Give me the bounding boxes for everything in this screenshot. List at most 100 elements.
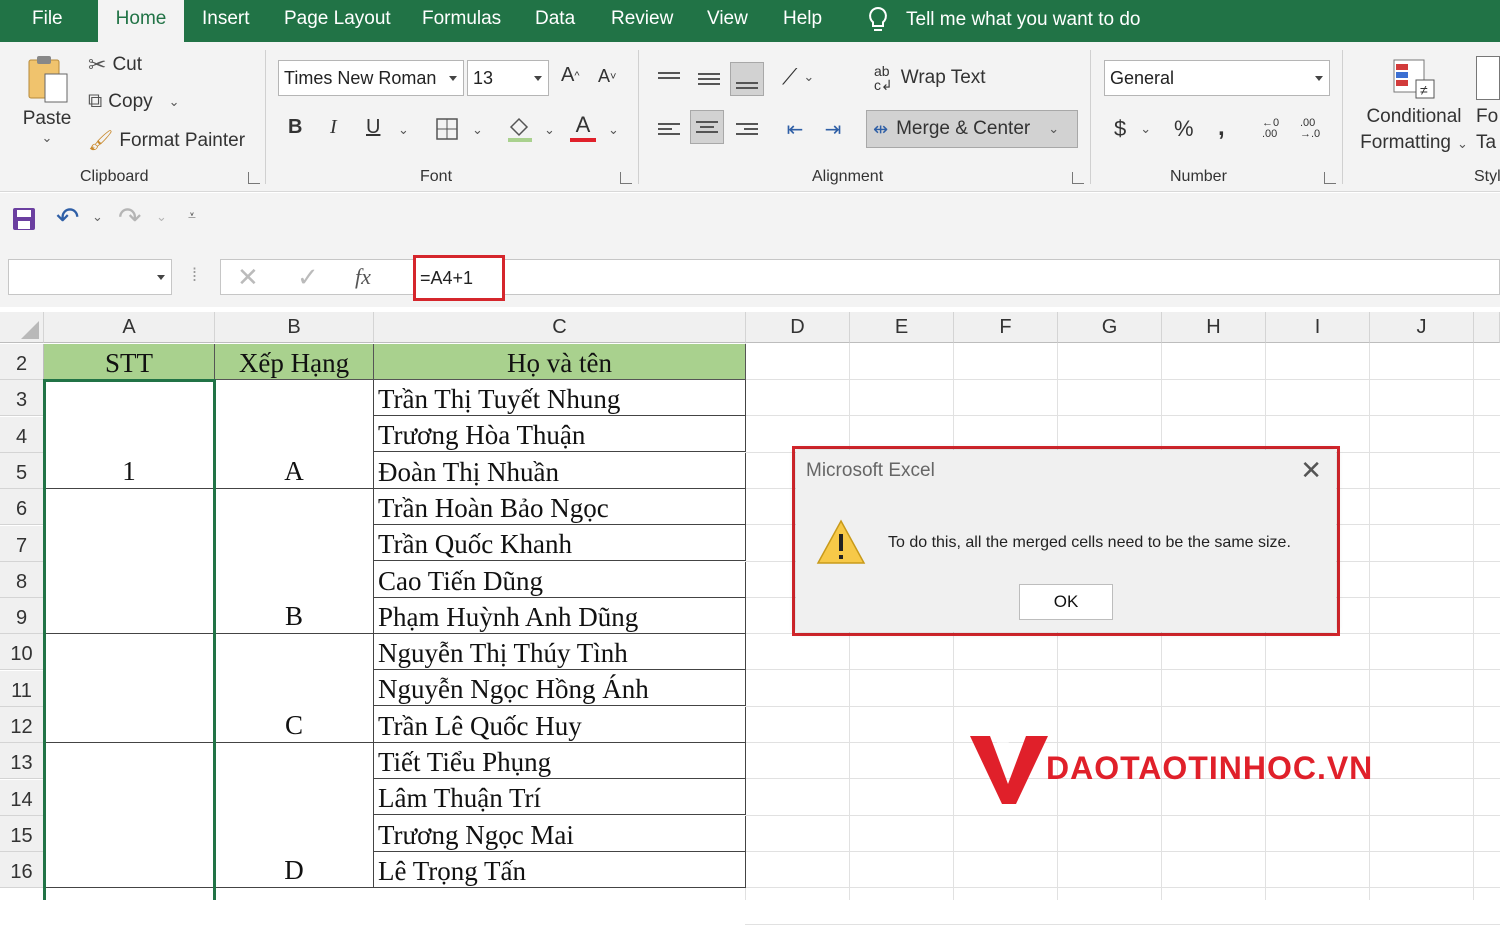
row-header-2[interactable]: 2: [0, 344, 44, 380]
merged-cell-rank[interactable]: C: [215, 634, 374, 743]
borders-button[interactable]: [430, 112, 464, 146]
name-cell[interactable]: Phạm Huỳnh Anh Dũng: [374, 597, 746, 634]
name-cell[interactable]: Tiết Tiểu Phụng: [374, 743, 746, 779]
row-header-8[interactable]: 8: [0, 561, 44, 598]
formula-input-area[interactable]: ✕ ✓ fx: [220, 259, 1500, 295]
header-xep-hang[interactable]: Xếp Hạng: [215, 344, 374, 380]
increase-decimal-button[interactable]: ←0.00: [1262, 118, 1279, 140]
cancel-icon[interactable]: ✕: [237, 262, 259, 293]
column-header-b[interactable]: B: [215, 312, 374, 343]
formula-value[interactable]: =A4+1: [413, 255, 505, 301]
name-cell[interactable]: Lê Trọng Tấn: [374, 851, 746, 888]
column-header-f[interactable]: F: [954, 312, 1058, 343]
font-color-button[interactable]: A: [570, 112, 596, 142]
wrap-text-button[interactable]: ab c↲ Wrap Text: [874, 64, 986, 92]
name-cell[interactable]: Nguyễn Ngọc Hồng Ánh: [374, 670, 746, 707]
row-header-3[interactable]: 3: [0, 380, 44, 417]
redo-icon[interactable]: ↷: [118, 201, 141, 234]
font-color-chevron-icon[interactable]: ⌄: [608, 122, 619, 138]
alignment-launcher-icon[interactable]: [1072, 172, 1084, 184]
align-top-button[interactable]: [652, 58, 686, 92]
close-icon[interactable]: ✕: [1300, 456, 1322, 484]
tab-review[interactable]: Review: [611, 0, 673, 42]
orientation-button[interactable]: ⟋ ⌄: [782, 64, 814, 90]
tab-insert[interactable]: Insert: [202, 0, 250, 42]
row-header-12[interactable]: 12: [0, 707, 44, 743]
insert-function-icon[interactable]: fx: [355, 264, 371, 290]
decrease-decimal-button[interactable]: .00 →.0: [1300, 118, 1320, 140]
column-header-j[interactable]: J: [1370, 312, 1474, 343]
conditional-formatting-button[interactable]: ≠ Conditional Formatting ⌄: [1356, 56, 1472, 154]
enter-icon[interactable]: ✓: [297, 262, 319, 293]
undo-icon[interactable]: ↶: [56, 201, 79, 234]
row-header-7[interactable]: 7: [0, 525, 44, 562]
number-launcher-icon[interactable]: [1324, 172, 1336, 184]
undo-chevron-icon[interactable]: ⌄: [92, 209, 103, 225]
increase-indent-button[interactable]: ⇥: [816, 112, 850, 146]
font-launcher-icon[interactable]: [620, 172, 632, 184]
italic-button[interactable]: I: [330, 116, 337, 139]
name-cell[interactable]: Trần Thị Tuyết Nhung: [374, 380, 746, 416]
name-box[interactable]: [8, 259, 172, 295]
number-format-select[interactable]: General: [1104, 60, 1330, 96]
align-right-button[interactable]: [730, 112, 764, 146]
merged-cell-rank[interactable]: B: [215, 489, 374, 634]
column-header-partial[interactable]: [1474, 312, 1500, 343]
column-header-g[interactable]: G: [1058, 312, 1162, 343]
fill-color-chevron-icon[interactable]: ⌄: [544, 122, 555, 138]
row-header-9[interactable]: 9: [0, 598, 44, 635]
comma-style-button[interactable]: ,: [1218, 114, 1225, 142]
font-name-select[interactable]: Times New Roman: [278, 60, 464, 96]
paste-button[interactable]: Paste ⌄: [22, 54, 72, 146]
column-header-e[interactable]: E: [850, 312, 954, 343]
name-cell[interactable]: Trần Quốc Khanh: [374, 525, 746, 562]
align-center-button[interactable]: [690, 110, 724, 144]
decrease-indent-button[interactable]: ⇤: [778, 112, 812, 146]
row-header-11[interactable]: 11: [0, 670, 44, 707]
merged-cell-rank[interactable]: D: [215, 743, 374, 888]
borders-chevron-icon[interactable]: ⌄: [472, 122, 483, 138]
row-header-4[interactable]: 4: [0, 416, 44, 453]
font-size-select[interactable]: 13: [467, 60, 549, 96]
name-cell[interactable]: Cao Tiến Dũng: [374, 561, 746, 598]
fill-color-button[interactable]: [502, 112, 536, 146]
tab-file[interactable]: File: [32, 0, 63, 42]
tab-view[interactable]: View: [707, 0, 748, 42]
name-cell[interactable]: Trương Hòa Thuận: [374, 416, 746, 453]
bold-button[interactable]: B: [288, 116, 302, 139]
currency-button[interactable]: $ ⌄: [1114, 116, 1151, 142]
row-header-5[interactable]: 5: [0, 452, 44, 489]
row-header-6[interactable]: 6: [0, 489, 44, 526]
ok-button[interactable]: OK: [1019, 584, 1113, 620]
header-stt[interactable]: STT: [44, 344, 215, 380]
name-cell[interactable]: Trần Lê Quốc Huy: [374, 706, 746, 743]
decrease-font-size-button[interactable]: A ˅: [598, 66, 616, 87]
copy-button[interactable]: ⧉ Copy ⌄: [88, 90, 180, 113]
customize-qat-icon[interactable]: ⩡: [188, 207, 196, 224]
increase-font-size-button[interactable]: A ^: [561, 64, 580, 87]
column-header-h[interactable]: H: [1162, 312, 1266, 343]
tab-home[interactable]: Home: [98, 0, 184, 44]
clipboard-launcher-icon[interactable]: [248, 172, 260, 184]
name-cell[interactable]: Trương Ngọc Mai: [374, 815, 746, 852]
align-middle-button[interactable]: [692, 62, 726, 96]
copy-chevron-icon[interactable]: ⌄: [169, 94, 180, 110]
row-header-13[interactable]: 13: [0, 743, 44, 780]
name-cell[interactable]: Nguyễn Thị Thúy Tình: [374, 634, 746, 671]
tab-help[interactable]: Help: [783, 0, 822, 42]
name-cell[interactable]: Đoàn Thị Nhuần: [374, 452, 746, 489]
tab-data[interactable]: Data: [535, 0, 575, 42]
percent-button[interactable]: %: [1174, 116, 1194, 142]
tab-formulas[interactable]: Formulas: [422, 0, 501, 42]
merge-center-button[interactable]: ⇹ Merge & Center ⌄: [866, 110, 1078, 148]
cut-button[interactable]: ✂ Cut: [88, 52, 142, 78]
column-header-i[interactable]: I: [1266, 312, 1370, 343]
header-ho-va-ten[interactable]: Họ và tên: [374, 344, 746, 380]
merged-cell-rank[interactable]: A: [215, 380, 374, 489]
row-header-10[interactable]: 10: [0, 634, 44, 671]
name-cell[interactable]: Trần Hoàn Bảo Ngọc: [374, 488, 746, 525]
name-cell[interactable]: Lâm Thuận Trí: [374, 779, 746, 816]
column-header-c[interactable]: C: [374, 312, 746, 343]
align-bottom-button[interactable]: [730, 62, 764, 96]
redo-chevron-icon[interactable]: ⌄: [156, 209, 167, 225]
